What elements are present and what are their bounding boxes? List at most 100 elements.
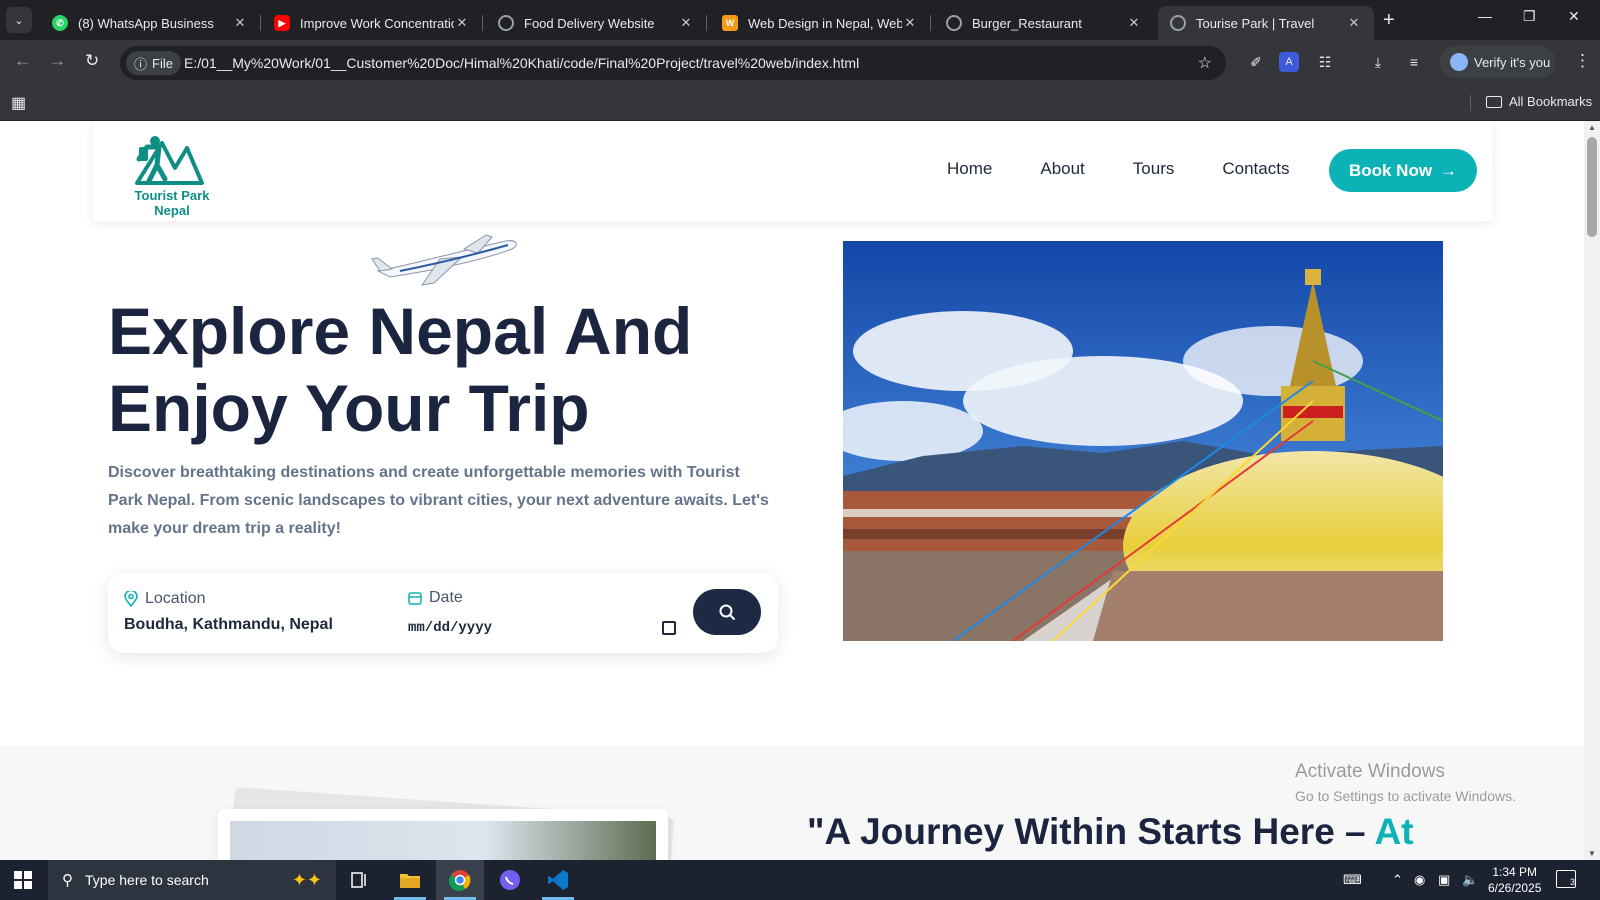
location-pin-icon bbox=[124, 591, 138, 607]
close-window-icon[interactable]: ✕ bbox=[1568, 8, 1580, 25]
logo-text: Tourist Park Nepal bbox=[134, 188, 210, 218]
taskbar-search[interactable]: ⚲ Type here to search ✦✦ bbox=[48, 860, 336, 900]
date-input[interactable]: mm/dd/yyyy bbox=[408, 617, 676, 639]
search-icon bbox=[719, 604, 735, 620]
file-explorer-icon[interactable] bbox=[386, 860, 434, 900]
avatar bbox=[1450, 53, 1468, 71]
tab-food-delivery[interactable]: Food Delivery Website ✕ bbox=[486, 6, 707, 40]
translate-extension-icon[interactable]: A bbox=[1279, 52, 1299, 72]
site-logo[interactable]: Tourist Park Nepal bbox=[117, 133, 227, 218]
vscode-icon[interactable] bbox=[534, 860, 582, 900]
globe-icon bbox=[1170, 15, 1186, 31]
book-now-label: Book Now bbox=[1348, 160, 1433, 180]
activate-title: Activate Windows bbox=[1295, 761, 1445, 782]
download-icon[interactable]: ⤓ bbox=[1368, 52, 1388, 72]
boudhanath-stupa-image bbox=[843, 241, 1443, 641]
address-bar[interactable]: ⓘ File E:/01__My%20Work/01__Customer%20D… bbox=[120, 46, 1226, 80]
section-quote: "A Journey Within Starts Here – At bbox=[807, 811, 1414, 853]
close-tab-icon[interactable]: ✕ bbox=[1126, 15, 1142, 31]
nav-about[interactable]: About bbox=[1040, 159, 1084, 179]
youtube-icon: ▶ bbox=[274, 15, 290, 31]
meet-now-icon[interactable]: ◉ bbox=[1414, 872, 1425, 888]
site-header: Tourist Park Nepal Home About Tours Cont… bbox=[93, 121, 1493, 221]
activate-subtitle: Go to Settings to activate Windows. bbox=[1295, 788, 1516, 804]
scrollbar-thumb[interactable] bbox=[1587, 137, 1597, 237]
tab-title: Tourise Park | Travel bbox=[1196, 15, 1315, 31]
bookmark-star-icon[interactable]: ☆ bbox=[1198, 53, 1212, 73]
browser-menu-icon[interactable]: ⋮ bbox=[1574, 51, 1591, 71]
page-scrollbar[interactable]: ▲ ▼ bbox=[1584, 121, 1600, 860]
back-icon[interactable]: ← bbox=[14, 51, 31, 71]
show-hidden-icons-icon[interactable]: ⌃ bbox=[1392, 872, 1403, 888]
location-label: Location bbox=[124, 590, 206, 608]
windows-start-icon[interactable] bbox=[14, 871, 32, 889]
reload-icon[interactable]: ↻ bbox=[85, 51, 99, 71]
tab-burger-restaurant[interactable]: Burger_Restaurant ✕ bbox=[934, 6, 1154, 40]
taskbar-search-placeholder: Type here to search bbox=[85, 872, 209, 888]
new-tab-button[interactable]: + bbox=[1383, 9, 1395, 31]
nav-home[interactable]: Home bbox=[947, 159, 992, 179]
tab-title: Food Delivery Website bbox=[524, 15, 655, 31]
volume-icon[interactable]: 🔈 bbox=[1462, 872, 1478, 888]
book-now-button[interactable]: Book Now → bbox=[1329, 149, 1477, 192]
close-tab-icon[interactable]: ✕ bbox=[1346, 15, 1362, 31]
taskbar: ⚲ Type here to search ✦✦ ⌨ ⌃ ◉ ▣ 🔈 1:34 … bbox=[0, 860, 1600, 900]
extensions-puzzle-icon[interactable]: ☷ bbox=[1315, 52, 1335, 72]
keyboard-icon[interactable]: ⌨ bbox=[1343, 872, 1362, 888]
hero-description: Discover breathtaking destinations and c… bbox=[108, 464, 769, 537]
all-bookmarks-label: All Bookmarks bbox=[1509, 94, 1593, 109]
airplane-image bbox=[371, 234, 517, 286]
browser-toolbar: ← → ↻ ⓘ File E:/01__My%20Work/01__Custom… bbox=[0, 40, 1600, 85]
notification-center-icon[interactable]: 3 bbox=[1556, 870, 1576, 888]
apps-grid-icon[interactable]: ▦ bbox=[11, 93, 26, 113]
search-button[interactable] bbox=[693, 589, 761, 635]
whatsapp-icon: ✆ bbox=[52, 15, 68, 31]
url-text[interactable]: E:/01__My%20Work/01__Customer%20Doc/Hima… bbox=[184, 55, 859, 71]
calendar-icon bbox=[408, 592, 422, 605]
tab-search-chevron-icon[interactable]: ⌄ bbox=[6, 7, 32, 33]
network-icon[interactable]: ▣ bbox=[1438, 872, 1450, 888]
extension-pen-icon[interactable]: ✐ bbox=[1246, 52, 1266, 72]
activate-windows-watermark: Activate Windows Go to Settings to activ… bbox=[1295, 761, 1516, 804]
mountain-climber-icon bbox=[135, 136, 204, 185]
tab-tourise-park[interactable]: Tourise Park | Travel ✕ bbox=[1158, 6, 1374, 40]
chip-label: File bbox=[152, 55, 173, 71]
viber-icon[interactable] bbox=[486, 860, 534, 900]
tab-bar: ⌄ ✆ (8) WhatsApp Business ✕ ▶ Improve Wo… bbox=[0, 0, 1600, 40]
site-info-chip[interactable]: ⓘ File bbox=[126, 51, 181, 75]
clock-date: 6/26/2025 bbox=[1488, 881, 1542, 895]
tab-title: Improve Work Concentration bbox=[300, 15, 454, 31]
forward-icon[interactable]: → bbox=[49, 51, 66, 71]
notification-count: 3 bbox=[1569, 877, 1575, 887]
scroll-down-icon[interactable]: ▼ bbox=[1588, 849, 1596, 858]
media-control-icon[interactable]: ≡ bbox=[1404, 52, 1424, 72]
close-tab-icon[interactable]: ✕ bbox=[902, 15, 918, 31]
nav-contacts[interactable]: Contacts bbox=[1222, 159, 1289, 179]
close-tab-icon[interactable]: ✕ bbox=[454, 15, 470, 31]
site-logo-icon: W bbox=[722, 15, 738, 31]
tab-web-design[interactable]: W Web Design in Nepal, Website ✕ bbox=[710, 6, 931, 40]
quote-accent: At bbox=[1374, 811, 1414, 852]
globe-icon bbox=[498, 15, 514, 31]
close-tab-icon[interactable]: ✕ bbox=[232, 15, 248, 31]
location-label-text: Location bbox=[145, 590, 206, 607]
location-value[interactable]: Boudha, Kathmandu, Nepal bbox=[124, 616, 333, 634]
date-label: Date bbox=[408, 589, 463, 607]
all-bookmarks-button[interactable]: All Bookmarks bbox=[1486, 94, 1592, 109]
task-view-icon[interactable] bbox=[336, 860, 384, 900]
nav-tours[interactable]: Tours bbox=[1133, 159, 1175, 179]
system-clock[interactable]: 1:34 PM 6/26/2025 bbox=[1488, 864, 1541, 896]
sparkle-icon: ✦✦ bbox=[291, 869, 322, 890]
chrome-icon[interactable] bbox=[436, 860, 484, 900]
trip-search-card: Location Boudha, Kathmandu, Nepal Date m… bbox=[108, 573, 778, 653]
info-icon: ⓘ bbox=[134, 56, 148, 72]
tab-whatsapp[interactable]: ✆ (8) WhatsApp Business ✕ bbox=[40, 6, 261, 40]
restore-icon[interactable]: ❐ bbox=[1523, 8, 1536, 25]
profile-button[interactable]: Verify it's you bbox=[1440, 46, 1556, 78]
close-tab-icon[interactable]: ✕ bbox=[678, 15, 694, 31]
tab-youtube[interactable]: ▶ Improve Work Concentration ✕ bbox=[262, 6, 483, 40]
minimize-icon[interactable]: — bbox=[1478, 8, 1492, 24]
date-picker-icon[interactable] bbox=[662, 621, 676, 635]
scroll-up-icon[interactable]: ▲ bbox=[1588, 123, 1596, 132]
folder-icon bbox=[1486, 95, 1502, 108]
